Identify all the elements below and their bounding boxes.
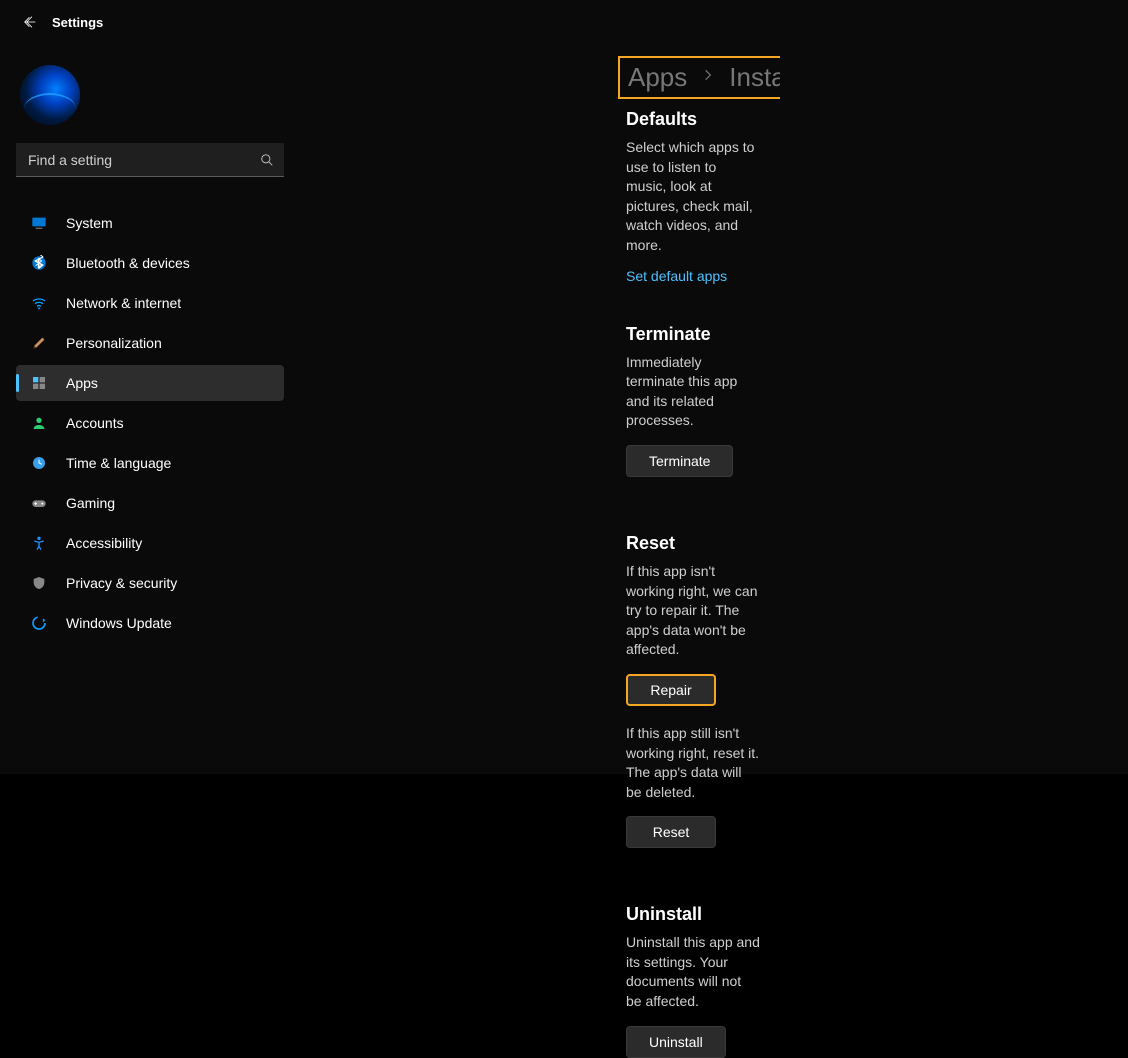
wifi-icon [30, 294, 48, 312]
nav-item-network[interactable]: Network & internet [16, 285, 284, 321]
nav-label: Apps [66, 375, 98, 391]
chevron-right-icon [701, 68, 715, 87]
nav-list: System Bluetooth & devices Network & int… [16, 205, 284, 641]
nav-label: Privacy & security [66, 575, 177, 591]
nav-label: System [66, 215, 113, 231]
user-avatar[interactable] [20, 65, 80, 125]
clock-icon [30, 454, 48, 472]
nav-item-system[interactable]: System [16, 205, 284, 241]
breadcrumb: Apps Installed apps Xbox [618, 56, 780, 99]
section-title-reset: Reset [626, 533, 760, 554]
nav-item-accounts[interactable]: Accounts [16, 405, 284, 441]
arrow-left-icon [22, 14, 38, 30]
back-button[interactable] [20, 12, 40, 32]
nav-item-privacy[interactable]: Privacy & security [16, 565, 284, 601]
window-title: Settings [52, 15, 103, 30]
search-input[interactable] [16, 143, 284, 176]
accessibility-icon [30, 534, 48, 552]
paintbrush-icon [30, 334, 48, 352]
nav-item-gaming[interactable]: Gaming [16, 485, 284, 521]
section-desc: If this app still isn't working right, r… [626, 724, 760, 802]
nav-item-personalization[interactable]: Personalization [16, 325, 284, 361]
apps-icon [30, 374, 48, 392]
nav-label: Gaming [66, 495, 115, 511]
shield-icon [30, 574, 48, 592]
nav-label: Accessibility [66, 535, 142, 551]
nav-item-update[interactable]: Windows Update [16, 605, 284, 641]
update-icon [30, 614, 48, 632]
breadcrumb-apps[interactable]: Apps [628, 62, 687, 93]
nav-label: Personalization [66, 335, 162, 351]
person-icon [30, 414, 48, 432]
search-box[interactable] [16, 143, 284, 177]
nav-label: Accounts [66, 415, 124, 431]
section-title-defaults: Defaults [626, 109, 760, 130]
nav-item-bluetooth[interactable]: Bluetooth & devices [16, 245, 284, 281]
set-default-apps-link[interactable]: Set default apps [626, 268, 727, 284]
nav-item-apps[interactable]: Apps [16, 365, 284, 401]
main-content: Apps Installed apps Xbox Defaults Select… [300, 56, 780, 1058]
nav-item-accessibility[interactable]: Accessibility [16, 525, 284, 561]
nav-label: Network & internet [66, 295, 181, 311]
search-icon [260, 153, 274, 167]
breadcrumb-installed-apps[interactable]: Installed apps [729, 62, 780, 93]
bluetooth-icon [30, 254, 48, 272]
reset-button[interactable]: Reset [626, 816, 716, 848]
nav-label: Time & language [66, 455, 171, 471]
nav-label: Windows Update [66, 615, 172, 631]
section-title-uninstall: Uninstall [626, 904, 760, 925]
section-desc: Uninstall this app and its settings. You… [626, 933, 760, 1011]
gamepad-icon [30, 494, 48, 512]
uninstall-button[interactable]: Uninstall [626, 1026, 726, 1058]
repair-button[interactable]: Repair [626, 674, 716, 706]
section-desc: Select which apps to use to listen to mu… [626, 138, 760, 256]
nav-label: Bluetooth & devices [66, 255, 190, 271]
monitor-icon [30, 214, 48, 232]
section-desc: Immediately terminate this app and its r… [626, 353, 760, 431]
sidebar: Settings System Bluetooth [0, 0, 300, 774]
nav-item-time[interactable]: Time & language [16, 445, 284, 481]
terminate-button[interactable]: Terminate [626, 445, 733, 477]
section-title-terminate: Terminate [626, 324, 760, 345]
section-desc: If this app isn't working right, we can … [626, 562, 760, 660]
